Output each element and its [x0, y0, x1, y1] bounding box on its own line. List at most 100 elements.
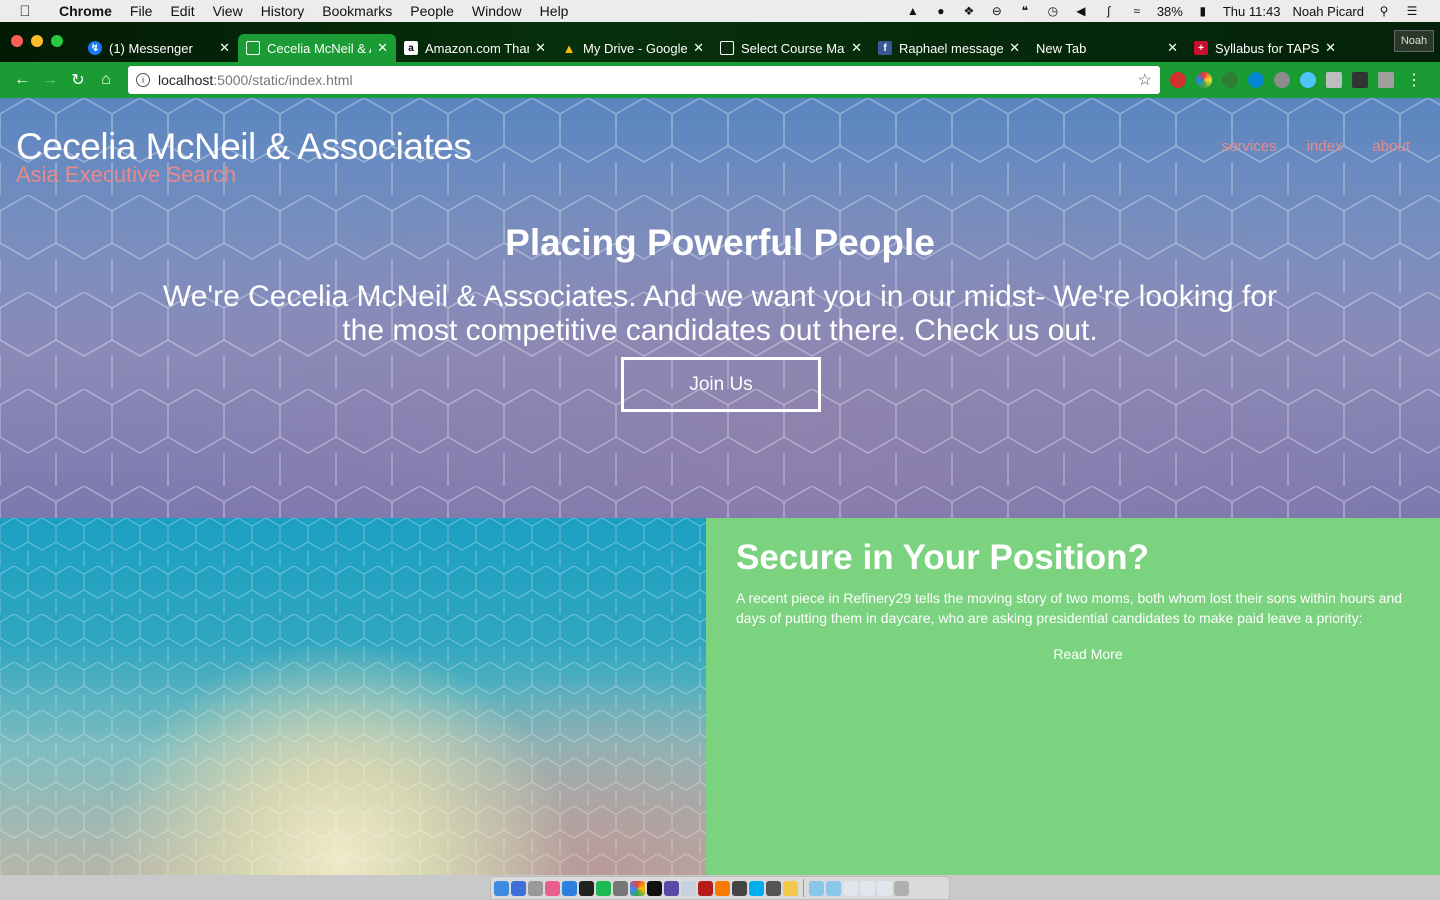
hexagon-pattern — [0, 518, 706, 875]
volume-icon[interactable]: ◀ — [1073, 4, 1089, 18]
menu-file[interactable]: File — [121, 3, 162, 19]
menu-view[interactable]: View — [204, 3, 252, 19]
do-not-disturb-icon[interactable]: ⊖ — [989, 4, 1005, 18]
bluetooth-icon[interactable]: ∫ — [1101, 4, 1117, 18]
terminal-extension-icon[interactable] — [1352, 72, 1368, 88]
nav-link-index[interactable]: index — [1307, 138, 1343, 155]
tab-label: Amazon.com Than — [425, 40, 530, 56]
adblock-extension-icon[interactable] — [1170, 72, 1186, 88]
amazon-icon: a — [404, 41, 418, 55]
home-icon[interactable]: ⌂ — [92, 71, 120, 89]
preview-icon[interactable] — [681, 880, 696, 896]
menu-app-chrome[interactable]: Chrome — [50, 3, 121, 19]
facebook-icon: f — [878, 41, 892, 55]
tab-cecelia-mcneil[interactable]: Cecelia McNeil & A ✕ — [238, 34, 396, 62]
r-extension-icon[interactable] — [1378, 72, 1394, 88]
menu-history[interactable]: History — [252, 3, 314, 19]
folder-icon[interactable] — [826, 880, 841, 896]
app-icon[interactable] — [732, 880, 747, 896]
safari-icon[interactable] — [562, 880, 577, 896]
close-tab-icon[interactable]: ✕ — [1325, 40, 1336, 56]
spotlight-search-icon[interactable]: ⚲ — [1376, 4, 1392, 18]
reload-icon[interactable]: ↻ — [64, 70, 92, 90]
menu-help[interactable]: Help — [531, 3, 578, 19]
profile-button[interactable]: Noah — [1394, 30, 1434, 52]
nav-link-about[interactable]: about — [1372, 138, 1410, 155]
crx-extension-icon[interactable] — [1326, 72, 1342, 88]
menu-edit[interactable]: Edit — [161, 3, 203, 19]
battery-percent[interactable]: 38% — [1157, 4, 1183, 19]
tab-select-course[interactable]: Select Course Mat ✕ — [712, 34, 870, 62]
system-icon[interactable] — [528, 880, 543, 896]
info-icon[interactable]: i — [136, 73, 150, 87]
app-icon[interactable] — [664, 880, 679, 896]
address-bar[interactable]: i localhost:5000/static/index.html ☆ — [128, 66, 1160, 94]
tab-syllabus[interactable]: + Syllabus for TAPS ✕ — [1186, 34, 1344, 62]
menu-people[interactable]: People — [401, 3, 463, 19]
menu-window[interactable]: Window — [463, 3, 531, 19]
menu-bookmarks[interactable]: Bookmarks — [313, 3, 401, 19]
music-icon[interactable] — [579, 880, 594, 896]
site-nav: services index about — [1222, 138, 1410, 155]
dropbox-icon[interactable]: ❖ — [961, 4, 977, 18]
back-arrow-icon[interactable]: ← — [8, 71, 36, 89]
utility-icon[interactable] — [613, 880, 628, 896]
creative-cloud-icon[interactable]: ● — [933, 4, 949, 18]
battery-icon[interactable]: ▮ — [1195, 4, 1211, 18]
notification-center-icon[interactable]: ☰ — [1404, 4, 1420, 18]
tab-label: New Tab — [1036, 40, 1087, 56]
tab-label: Cecelia McNeil & A — [267, 40, 372, 56]
filezilla-icon[interactable] — [698, 880, 713, 896]
notes-icon[interactable] — [783, 880, 798, 896]
user-name[interactable]: Noah Picard — [1292, 4, 1364, 19]
close-tab-icon[interactable]: ✕ — [1009, 40, 1020, 56]
finder-icon[interactable] — [494, 880, 509, 896]
terminal-icon[interactable] — [647, 880, 662, 896]
skype-icon[interactable] — [749, 880, 764, 896]
web-extension-icon[interactable] — [1248, 72, 1264, 88]
tab-amazon[interactable]: a Amazon.com Than ✕ — [396, 34, 554, 62]
quotes-app-icon[interactable]: ❝ — [1017, 4, 1033, 18]
document-icon[interactable] — [877, 880, 892, 896]
trash-icon[interactable] — [894, 880, 909, 896]
time-machine-icon[interactable]: ◷ — [1045, 4, 1061, 18]
color-picker-extension-icon[interactable] — [1196, 72, 1212, 88]
document-icon[interactable] — [860, 880, 875, 896]
app-store-icon[interactable] — [511, 880, 526, 896]
bookmark-star-icon[interactable]: ☆ — [1138, 70, 1152, 90]
join-us-button[interactable]: Join Us — [621, 357, 821, 412]
vlc-icon[interactable] — [715, 880, 730, 896]
gem-extension-icon[interactable] — [1300, 72, 1316, 88]
pocket-extension-icon[interactable] — [1274, 72, 1290, 88]
tab-new-tab[interactable]: New Tab ✕ — [1028, 34, 1186, 62]
chrome-icon[interactable] — [630, 880, 645, 896]
close-tab-icon[interactable]: ✕ — [219, 40, 230, 56]
menu-kebab-icon[interactable]: ⋮ — [1406, 70, 1422, 90]
quote-extension-icon[interactable] — [1222, 72, 1238, 88]
drive-sync-icon[interactable]: ▲ — [905, 4, 921, 18]
chrome-window: ↯ (1) Messenger ✕ Cecelia McNeil & A ✕ a… — [0, 22, 1440, 875]
read-more-link[interactable]: Read More — [706, 646, 1440, 662]
tab-messenger[interactable]: ↯ (1) Messenger ✕ — [80, 34, 238, 62]
close-tab-icon[interactable]: ✕ — [693, 40, 704, 56]
close-tab-icon[interactable]: ✕ — [377, 40, 388, 56]
close-tab-icon[interactable]: ✕ — [535, 40, 546, 56]
tab-google-drive[interactable]: ▲ My Drive - Google ✕ — [554, 34, 712, 62]
forward-arrow-icon[interactable]: → — [36, 71, 64, 89]
zoom-window-button[interactable] — [51, 35, 63, 47]
vscode-icon[interactable] — [766, 880, 781, 896]
tab-label: Raphael message — [899, 40, 1004, 56]
document-icon[interactable] — [843, 880, 858, 896]
apple-icon[interactable]:  — [0, 3, 50, 20]
wifi-icon[interactable]: ≈ — [1129, 4, 1145, 18]
spotify-icon[interactable] — [596, 880, 611, 896]
tab-facebook[interactable]: f Raphael message ✕ — [870, 34, 1028, 62]
folder-icon[interactable] — [809, 880, 824, 896]
nav-link-services[interactable]: services — [1222, 138, 1277, 155]
close-tab-icon[interactable]: ✕ — [851, 40, 862, 56]
itunes-icon[interactable] — [545, 880, 560, 896]
clock[interactable]: Thu 11:43 — [1223, 4, 1281, 19]
close-tab-icon[interactable]: ✕ — [1167, 40, 1178, 56]
minimize-window-button[interactable] — [31, 35, 43, 47]
close-window-button[interactable] — [11, 35, 23, 47]
